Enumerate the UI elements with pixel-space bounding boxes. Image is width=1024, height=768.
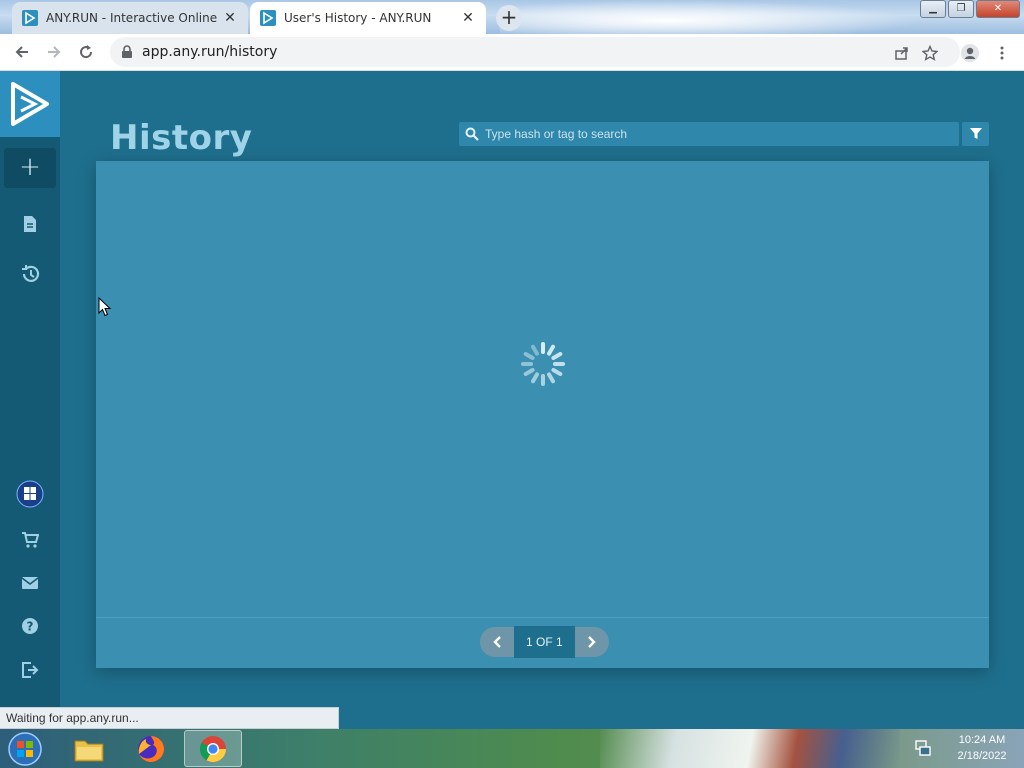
chrome-icon [199, 735, 227, 762]
back-arrow-icon [15, 46, 28, 58]
shop-nav-button[interactable] [18, 528, 42, 552]
network-icon [915, 740, 931, 756]
logout-icon [22, 662, 39, 678]
anyrun-logo[interactable] [0, 71, 60, 137]
page-indicator: 1 OF 1 [514, 626, 575, 658]
loading-spinner-icon [521, 342, 565, 386]
star-icon [922, 44, 938, 61]
cart-icon [22, 532, 39, 548]
logout-nav-button[interactable] [18, 658, 42, 682]
search-input[interactable] [485, 127, 945, 141]
contact-nav-button[interactable] [18, 571, 42, 595]
page-title: History [110, 118, 253, 158]
minimize-button[interactable]: ▁ [920, 0, 946, 18]
tab-history[interactable]: User's History - ANY.RUN ✕ [250, 2, 486, 34]
anyrun-logo-icon [11, 82, 49, 126]
restore-button[interactable]: ❐ [948, 0, 974, 18]
back-button[interactable] [6, 36, 38, 68]
taskbar-wallpaper [600, 729, 900, 768]
svg-text:?: ? [27, 620, 34, 634]
kebab-menu-icon [1000, 46, 1004, 59]
history-panel: 1 OF 1 [96, 161, 989, 668]
tab-title: ANY.RUN - Interactive Online Ma [46, 11, 222, 25]
windows-start-icon [8, 732, 42, 766]
tab-close-icon[interactable]: ✕ [222, 10, 238, 26]
bookmark-button[interactable] [914, 37, 946, 69]
help-nav-button[interactable]: ? [18, 614, 42, 638]
anyrun-app: + ? History Type hash or tag to search 1… [0, 71, 1024, 729]
anyrun-favicon-icon [22, 10, 38, 26]
new-tab-button[interactable]: + [496, 5, 522, 31]
taskbar-chrome[interactable] [184, 730, 242, 767]
clock-time: 10:24 AM [958, 734, 1006, 746]
taskbar-firefox[interactable] [122, 730, 180, 767]
history-nav-button[interactable] [18, 262, 42, 286]
search-bar[interactable] [459, 122, 959, 146]
url-text: app.any.run/history [142, 44, 278, 60]
titlebar-background [500, 0, 920, 34]
history-icon [22, 265, 40, 282]
tab-close-icon[interactable]: ✕ [460, 10, 476, 26]
system-tray: 10:24 AM 2/18/2022 [910, 729, 1024, 768]
new-task-button[interactable]: + [4, 148, 56, 188]
plus-icon: + [19, 152, 41, 182]
close-window-button[interactable]: ✕ [976, 0, 1020, 18]
mail-icon [21, 577, 39, 589]
tab-title: User's History - ANY.RUN [284, 11, 432, 25]
forward-arrow-icon [48, 46, 61, 58]
search-icon [465, 127, 479, 141]
clock[interactable]: 10:24 AM 2/18/2022 [946, 732, 1018, 764]
document-icon [24, 216, 36, 232]
reload-button[interactable] [70, 36, 102, 68]
profile-icon [961, 43, 979, 62]
folder-icon [74, 740, 104, 761]
start-button[interactable] [6, 731, 46, 767]
status-bar: Waiting for app.any.run... [0, 707, 339, 729]
taskbar: 10:24 AM 2/18/2022 [0, 729, 1024, 768]
filter-button[interactable] [962, 122, 989, 146]
firefox-icon [138, 735, 164, 762]
help-icon: ? [22, 618, 38, 634]
anyrun-favicon-icon [260, 10, 276, 26]
mouse-cursor-icon [98, 297, 112, 317]
menu-button[interactable] [986, 37, 1018, 69]
browser-titlebar: ANY.RUN - Interactive Online Ma ✕ User's… [0, 0, 1024, 34]
window-controls: ▁ ❐ ✕ [920, 0, 1020, 18]
reports-nav-button[interactable] [18, 212, 42, 236]
filter-icon [969, 128, 982, 139]
chevron-left-icon [493, 636, 501, 648]
tab-anyrun-home[interactable]: ANY.RUN - Interactive Online Ma ✕ [12, 2, 248, 34]
forward-button[interactable] [38, 36, 70, 68]
browser-toolbar: app.any.run/history [0, 34, 1024, 71]
previous-page-button[interactable] [480, 627, 514, 657]
chevron-right-icon [587, 636, 596, 648]
next-page-button[interactable] [574, 627, 609, 657]
windows-version-button[interactable] [16, 480, 44, 508]
pagination-footer: 1 OF 1 [96, 617, 989, 668]
windows-icon [16, 480, 44, 508]
address-bar[interactable]: app.any.run/history [110, 37, 960, 67]
share-icon [895, 46, 908, 60]
sidebar: + ? [0, 71, 60, 729]
profile-button[interactable] [954, 37, 986, 69]
pagination: 1 OF 1 [480, 626, 609, 658]
reload-icon [80, 45, 93, 59]
clock-date: 2/18/2022 [957, 750, 1007, 762]
lock-icon [122, 45, 132, 58]
taskbar-explorer[interactable] [60, 730, 118, 767]
